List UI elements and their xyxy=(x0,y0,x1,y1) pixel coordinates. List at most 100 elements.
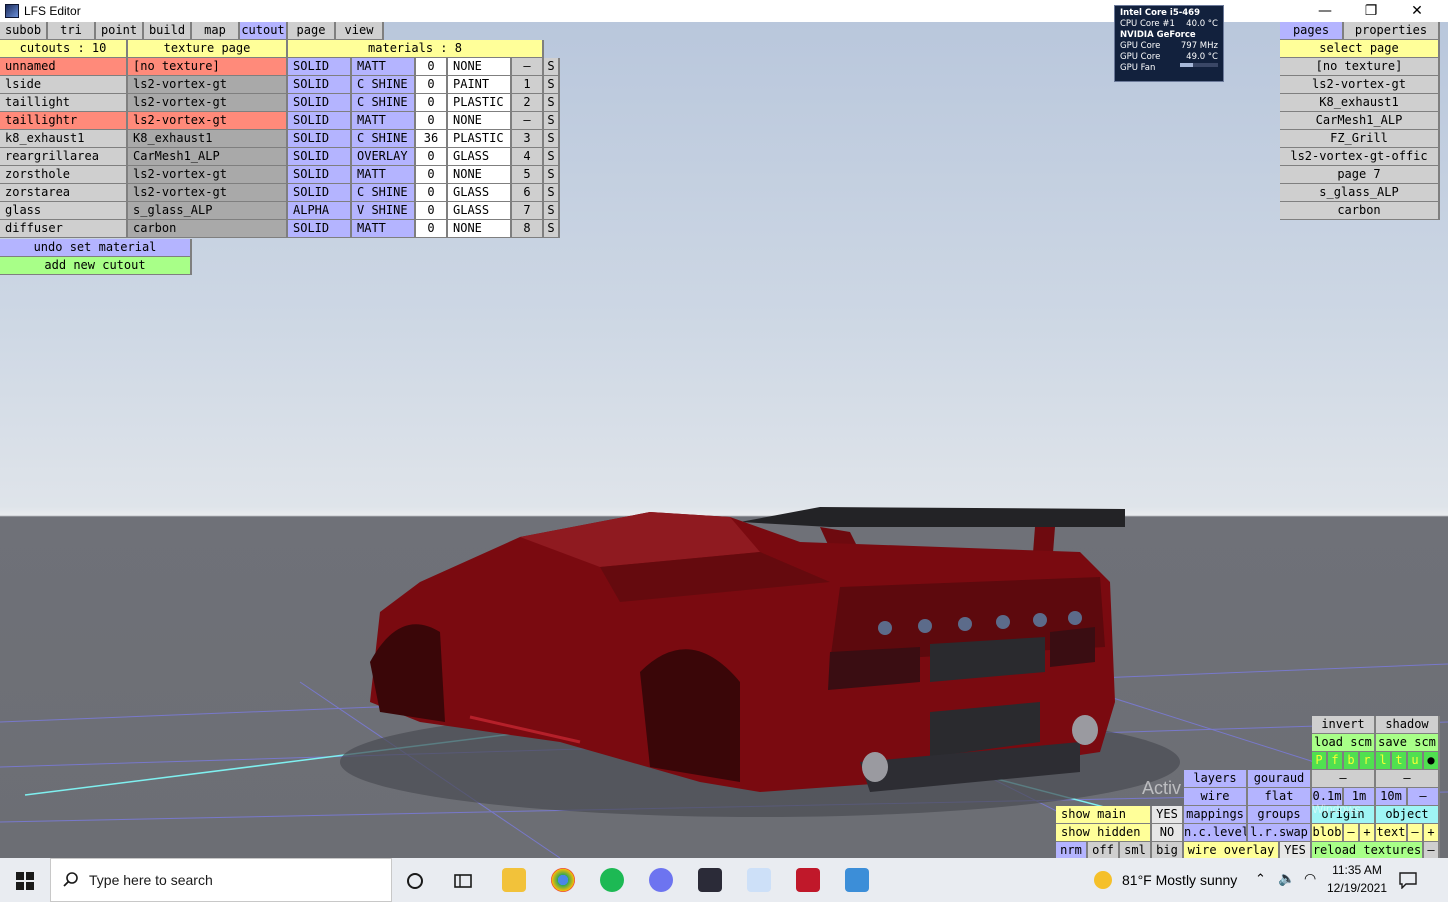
page-item[interactable]: K8_exhaust1 xyxy=(1280,94,1440,112)
view-r-button[interactable]: r xyxy=(1360,752,1376,770)
cutout-material[interactable]: NONE xyxy=(448,166,512,184)
menu-view[interactable]: view xyxy=(336,22,384,40)
cutout-value[interactable]: 0 xyxy=(416,148,448,166)
cutout-value[interactable]: 0 xyxy=(416,76,448,94)
cutout-material[interactable]: NONE xyxy=(448,220,512,238)
view-l-button[interactable]: l xyxy=(1376,752,1392,770)
photos-icon[interactable] xyxy=(845,868,869,892)
chrome-icon[interactable] xyxy=(551,868,575,892)
page-item[interactable]: s_glass_ALP xyxy=(1280,184,1440,202)
cutout-material[interactable]: GLASS xyxy=(448,202,512,220)
cutout-shade[interactable]: C SHINE xyxy=(352,76,416,94)
cutout-material[interactable]: GLASS xyxy=(448,148,512,166)
cutout-texture[interactable]: ls2-vortex-gt xyxy=(128,94,288,112)
chevron-up-icon[interactable]: ⌃ xyxy=(1255,872,1266,887)
cutout-mode[interactable]: SOLID xyxy=(288,184,352,202)
weather-text[interactable]: 81°F Mostly sunny xyxy=(1122,872,1237,888)
windows-start-icon[interactable] xyxy=(16,872,34,890)
notification-icon[interactable] xyxy=(1398,871,1418,889)
game-app-icon[interactable] xyxy=(796,868,820,892)
menu-subob[interactable]: subob xyxy=(0,22,48,40)
show-hidden-value[interactable]: NO xyxy=(1152,824,1184,842)
cutout-index[interactable]: 1 xyxy=(512,76,544,94)
cutout-value[interactable]: 0 xyxy=(416,112,448,130)
view-dot-button[interactable]: ● xyxy=(1424,752,1440,770)
wifi-icon[interactable]: ◠ xyxy=(1304,871,1316,887)
page-item[interactable]: [no texture] xyxy=(1280,58,1440,76)
cutout-mode[interactable]: SOLID xyxy=(288,76,352,94)
cutout-s-button[interactable]: S xyxy=(544,94,560,112)
save-scm-button[interactable]: save scm xyxy=(1376,734,1440,752)
cutout-material[interactable]: GLASS xyxy=(448,184,512,202)
lfs-editor-taskbar-icon[interactable] xyxy=(698,868,722,892)
cutout-index[interactable]: 2 xyxy=(512,94,544,112)
cutout-material[interactable]: PAINT xyxy=(448,76,512,94)
view-P-button[interactable]: P xyxy=(1312,752,1328,770)
add-new-cutout-button[interactable]: add new cutout xyxy=(0,257,192,275)
cutout-mode[interactable]: SOLID xyxy=(288,166,352,184)
cutout-index[interactable]: 8 xyxy=(512,220,544,238)
layers-button[interactable]: layers xyxy=(1184,770,1248,788)
cutout-value[interactable]: 0 xyxy=(416,184,448,202)
cutout-mode[interactable]: SOLID xyxy=(288,148,352,166)
cutout-index[interactable]: 5 xyxy=(512,166,544,184)
cutout-mode[interactable]: SOLID xyxy=(288,112,352,130)
load-scm-button[interactable]: load scm xyxy=(1312,734,1376,752)
cutout-s-button[interactable]: S xyxy=(544,58,560,76)
flat-button[interactable]: flat xyxy=(1248,788,1312,806)
view-u-button[interactable]: u xyxy=(1408,752,1424,770)
mappings-button[interactable]: mappings xyxy=(1184,806,1248,824)
dist-minus-button[interactable]: – xyxy=(1408,788,1440,806)
cutout-name[interactable]: glass xyxy=(0,202,128,220)
dash-left-button[interactable]: – xyxy=(1312,770,1376,788)
cutout-name[interactable]: taillightr xyxy=(0,112,128,130)
taskbar-search-box[interactable]: Type here to search xyxy=(50,858,392,902)
cutout-shade[interactable]: C SHINE xyxy=(352,130,416,148)
task-view-icon[interactable] xyxy=(453,871,473,891)
object-button[interactable]: object xyxy=(1376,806,1440,824)
menu-tri[interactable]: tri xyxy=(48,22,96,40)
show-hidden-button[interactable]: show hidden xyxy=(1056,824,1152,842)
tab-pages[interactable]: pages xyxy=(1280,22,1344,40)
cutout-name[interactable]: lside xyxy=(0,76,128,94)
restore-button[interactable]: ❐ xyxy=(1348,0,1394,22)
page-item[interactable]: FZ_Grill xyxy=(1280,130,1440,148)
cutout-name[interactable]: k8_exhaust1 xyxy=(0,130,128,148)
nc-level-button[interactable]: n.c.level xyxy=(1184,824,1248,842)
cutout-shade[interactable]: MATT xyxy=(352,112,416,130)
cutout-shade[interactable]: V SHINE xyxy=(352,202,416,220)
dash-right-button[interactable]: – xyxy=(1376,770,1440,788)
blob-plus-button[interactable]: + xyxy=(1360,824,1376,842)
wire-button[interactable]: wire xyxy=(1184,788,1248,806)
cutout-value[interactable]: 0 xyxy=(416,58,448,76)
cutout-value[interactable]: 36 xyxy=(416,130,448,148)
page-item[interactable]: ls2-vortex-gt xyxy=(1280,76,1440,94)
cutout-name[interactable]: taillight xyxy=(0,94,128,112)
cutout-name[interactable]: unnamed xyxy=(0,58,128,76)
cutout-shade[interactable]: MATT xyxy=(352,58,416,76)
cutout-index[interactable]: 7 xyxy=(512,202,544,220)
lr-swap-button[interactable]: l.r.swap xyxy=(1248,824,1312,842)
undo-set-material-button[interactable]: undo set material xyxy=(0,239,192,257)
gouraud-button[interactable]: gouraud xyxy=(1248,770,1312,788)
cutout-shade[interactable]: C SHINE xyxy=(352,94,416,112)
menu-build[interactable]: build xyxy=(144,22,192,40)
network-app-icon[interactable] xyxy=(747,868,771,892)
shadow-button[interactable]: shadow xyxy=(1376,716,1440,734)
text-plus-button[interactable]: + xyxy=(1424,824,1440,842)
cutout-value[interactable]: 0 xyxy=(416,166,448,184)
cutout-value[interactable]: 0 xyxy=(416,220,448,238)
cutout-texture[interactable]: carbon xyxy=(128,220,288,238)
cutout-texture[interactable]: ls2-vortex-gt xyxy=(128,184,288,202)
cutout-s-button[interactable]: S xyxy=(544,130,560,148)
cortana-icon[interactable] xyxy=(405,871,425,891)
file-explorer-icon[interactable] xyxy=(502,868,526,892)
cutout-index[interactable]: 6 xyxy=(512,184,544,202)
text-minus-button[interactable]: – xyxy=(1408,824,1424,842)
cutout-shade[interactable]: C SHINE xyxy=(352,184,416,202)
cutout-mode[interactable]: ALPHA xyxy=(288,202,352,220)
cutout-mode[interactable]: SOLID xyxy=(288,58,352,76)
cutout-texture[interactable]: ls2-vortex-gt xyxy=(128,112,288,130)
cutout-s-button[interactable]: S xyxy=(544,202,560,220)
view-t-button[interactable]: t xyxy=(1392,752,1408,770)
